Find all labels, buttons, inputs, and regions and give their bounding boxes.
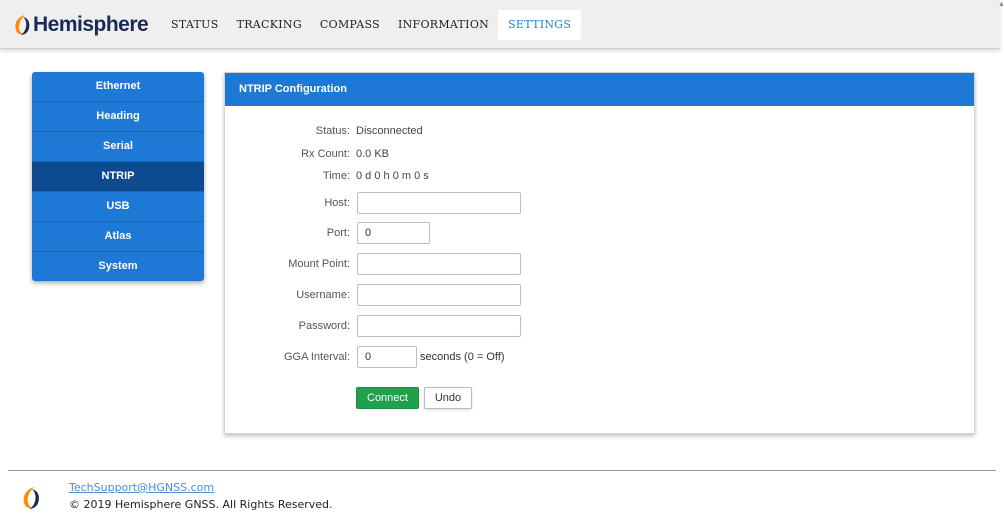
sidebar-item-serial[interactable]: Serial — [32, 132, 204, 162]
port-label: Port: — [326, 227, 350, 239]
mount-point-row: Mount Point: — [225, 252, 521, 276]
password-label: Password: — [298, 320, 350, 332]
hemisphere-logo-icon — [15, 15, 30, 35]
time-label: Time: — [322, 170, 350, 182]
brand-logo[interactable]: Hemisphere — [14, 13, 149, 37]
sidebar-item-ethernet[interactable]: Ethernet — [32, 72, 204, 102]
connect-button[interactable]: Connect — [356, 387, 419, 409]
rx-count-value: 0.0 KB — [356, 148, 390, 160]
status-row: Status: Disconnected — [225, 119, 423, 143]
ntrip-config-panel: NTRIP Configuration Status: Disconnected… — [224, 72, 975, 434]
undo-button[interactable]: Undo — [424, 387, 472, 409]
gga-interval-row: GGA Interval: seconds (0 = Off) — [225, 345, 504, 369]
host-input[interactable] — [357, 192, 521, 214]
sidebar-item-heading[interactable]: Heading — [32, 102, 204, 132]
sidebar-item-atlas[interactable]: Atlas — [32, 222, 204, 252]
sidebar-item-usb[interactable]: USB — [32, 192, 204, 222]
nav-compass[interactable]: COMPASS — [311, 10, 389, 40]
copyright-text: © 2019 Hemisphere GNSS. All Rights Reser… — [69, 498, 333, 511]
host-row: Host: — [225, 191, 521, 215]
gga-interval-input[interactable] — [357, 346, 417, 368]
status-value: Disconnected — [356, 125, 423, 137]
password-input[interactable] — [357, 315, 521, 337]
gga-interval-label: GGA Interval: — [283, 351, 350, 363]
port-input[interactable] — [357, 222, 430, 244]
host-label: Host: — [324, 197, 350, 209]
gga-interval-suffix: seconds (0 = Off) — [420, 351, 505, 363]
rx-count-row: Rx Count: 0.0 KB — [225, 142, 389, 166]
time-row: Time: 0 d 0 h 0 m 0 s — [225, 164, 429, 188]
support-email-link[interactable]: TechSupport@HGNSS.com — [69, 481, 214, 494]
mount-point-label: Mount Point: — [288, 258, 350, 270]
username-label: Username: — [296, 289, 350, 301]
nav-status[interactable]: STATUS — [162, 10, 228, 40]
username-input[interactable] — [357, 284, 521, 306]
scroll-up-arrow-icon[interactable]: ▲ — [998, 0, 1004, 10]
panel-title: NTRIP Configuration — [225, 73, 974, 106]
settings-sidebar: Ethernet Heading Serial NTRIP USB Atlas … — [32, 72, 204, 281]
nav-settings[interactable]: SETTINGS — [498, 10, 582, 40]
port-row: Port: — [225, 221, 430, 245]
password-row: Password: — [225, 314, 521, 338]
brand-name: Hemisphere — [33, 13, 149, 36]
footer-divider — [8, 470, 996, 471]
time-value: 0 d 0 h 0 m 0 s — [356, 170, 429, 182]
sidebar-item-system[interactable]: System — [32, 252, 204, 281]
status-label: Status: — [315, 125, 350, 137]
sidebar-item-ntrip[interactable]: NTRIP — [32, 162, 204, 192]
nav-information[interactable]: INFORMATION — [389, 10, 498, 40]
main-nav: STATUS TRACKING COMPASS INFORMATION SETT… — [162, 10, 582, 40]
top-nav-bar: Hemisphere STATUS TRACKING COMPASS INFOR… — [0, 0, 1000, 49]
hemisphere-footer-logo-icon — [23, 487, 39, 509]
nav-tracking[interactable]: TRACKING — [228, 10, 311, 40]
username-row: Username: — [225, 283, 521, 307]
mount-point-input[interactable] — [357, 253, 521, 275]
rx-count-label: Rx Count: — [301, 148, 350, 160]
